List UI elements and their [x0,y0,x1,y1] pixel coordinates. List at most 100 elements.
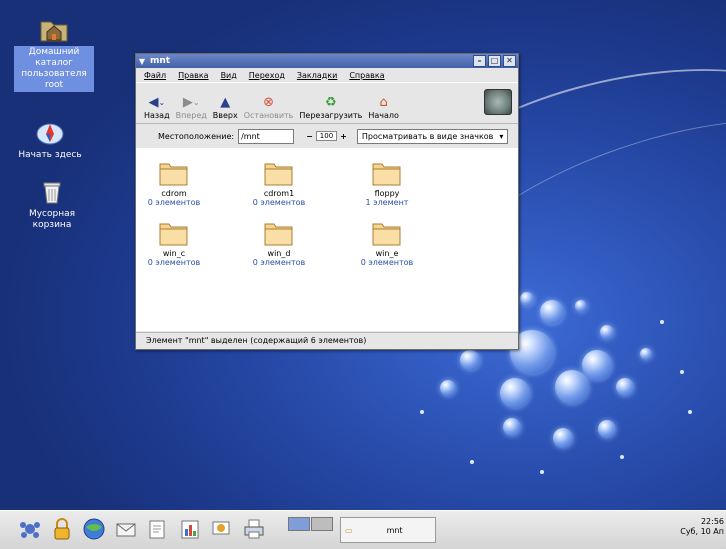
bottom-panel: ▭ mnt 22:56 Суб, 10 Ап [0,510,726,549]
desktop-icon-trash[interactable]: Мусорная корзина [12,175,92,231]
file-view: cdrom 0 элементов cdrom1 0 элементов flo… [136,148,518,331]
folder-icon: ▭ [345,525,353,535]
view-mode-value: Просматривать в виде значков [361,131,494,141]
desktop-icon-home[interactable]: Домашний каталог пользователя root [14,12,94,92]
wallpaper-dot [470,460,474,464]
location-input[interactable]: /mnt [238,128,295,144]
spreadsheet-icon[interactable] [178,517,202,541]
printer-icon[interactable] [242,517,266,541]
location-bar: Местоположение: /mnt − 100 + Просматрива… [136,124,518,149]
wallpaper-bubble [582,350,612,380]
folder-name: cdrom1 [263,189,295,198]
folder-item[interactable]: floppy 1 элемент [347,160,427,207]
forward-label: Вперед [175,111,207,120]
folder-icon [159,220,189,246]
minimize-icon[interactable]: – [473,55,486,67]
desktop-icon-label: Мусорная корзина [28,209,76,230]
mail-icon[interactable] [114,517,138,541]
folder-item[interactable]: win_d 0 элементов [239,220,319,267]
folder-icon [264,220,294,246]
wallpaper-bubble [616,378,634,396]
taskbar-button-mnt[interactable]: ▭ mnt [340,517,436,543]
reload-button[interactable]: ♻ Перезагрузить [299,93,362,123]
reload-icon: ♻ [325,94,337,110]
zoom-level[interactable]: 100 [315,131,338,141]
wallpaper-dot [620,455,624,459]
view-mode-select[interactable]: Просматривать в виде значков ▾ [356,128,509,144]
menu-bar: Файл Правка Вид Переход Закладки Справка [136,68,518,82]
trash-icon [36,175,68,207]
home-button[interactable]: ⌂ Начало [368,93,399,123]
status-bar: Элемент "mnt" выделен (содержащий 6 элем… [136,332,518,349]
folder-count: 0 элементов [360,258,414,267]
stop-icon: ⊗ [263,94,274,110]
folder-icon [264,160,294,186]
browser-icon[interactable] [82,517,106,541]
clock[interactable]: 22:56 Суб, 10 Ап [680,517,724,537]
folder-count: 1 элемент [365,198,409,207]
folder-item[interactable]: cdrom1 0 элементов [239,160,319,207]
clock-date: Суб, 10 Ап [680,527,724,536]
presentation-icon[interactable] [210,517,234,541]
wallpaper-bubble [500,378,530,408]
window-menu-icon[interactable]: ▼ [136,57,148,66]
wallpaper-dot [540,470,544,474]
stop-label: Остановить [243,111,294,120]
maximize-icon[interactable]: □ [488,55,501,67]
desktop: Домашний каталог пользователя root Начат… [0,0,726,510]
zoom-in-button[interactable]: + [340,132,347,141]
up-button[interactable]: ▲ Вверх [213,93,238,123]
reload-label: Перезагрузить [299,111,363,120]
forward-button[interactable]: ▶ ⌄ Вперед [176,93,207,123]
menu-file[interactable]: Файл [144,71,166,80]
file-manager-window: ▼ mnt – □ ✕ Файл Правка Вид Переход Закл… [135,53,519,350]
chevron-down-icon: ▾ [499,131,504,141]
wallpaper-bubble [575,300,587,312]
workspace-2[interactable] [311,517,333,531]
wallpaper-dot [420,410,424,414]
folder-count: 0 элементов [147,198,201,207]
zoom-out-button[interactable]: − [306,132,313,141]
main-menu-icon[interactable] [18,517,42,541]
wallpaper-bubble [540,300,564,324]
folder-icon [372,160,402,186]
close-icon[interactable]: ✕ [503,55,516,67]
wallpaper-bubble [553,428,573,448]
menu-help[interactable]: Справка [349,71,384,80]
zoom-control: − 100 + [306,131,347,141]
lock-icon[interactable] [50,517,74,541]
folder-item[interactable]: win_e 0 элементов [347,220,427,267]
menu-go[interactable]: Переход [249,71,285,80]
folder-count: 0 элементов [252,258,306,267]
folder-name: win_c [162,249,186,258]
wallpaper-bubble [640,348,652,360]
up-label: Вверх [212,111,238,120]
window-titlebar[interactable]: ▼ mnt – □ ✕ [136,54,518,68]
forward-arrow-icon: ▶ ⌄ [182,94,200,110]
writer-icon[interactable] [146,517,170,541]
wallpaper-dot [688,410,692,414]
wallpaper-dot [660,320,664,324]
folder-item[interactable]: cdrom 0 элементов [134,160,214,207]
menu-bookmarks[interactable]: Закладки [297,71,337,80]
folder-item[interactable]: win_c 0 элементов [134,220,214,267]
wallpaper-bubble [520,292,534,306]
folder-icon [372,220,402,246]
home-icon: ⌂ [379,94,388,110]
task-label: mnt [386,525,403,535]
stop-button[interactable]: ⊗ Остановить [244,93,294,123]
back-button[interactable]: ◀ ⌄ Назад [144,93,170,123]
workspace-switcher [288,517,333,531]
desktop-icon-start-here[interactable]: Начать здесь [10,116,90,161]
back-arrow-icon: ◀ ⌄ [148,94,166,110]
clock-time: 22:56 [700,517,724,526]
up-arrow-icon: ▲ [220,94,231,110]
window-title: mnt [150,56,171,66]
folder-icon [159,160,189,186]
workspace-1[interactable] [288,517,310,531]
menu-view[interactable]: Вид [221,71,237,80]
folder-name: cdrom [161,189,187,198]
desktop-icon-label: Домашний каталог пользователя root [14,46,94,92]
menu-edit[interactable]: Правка [178,71,208,80]
folder-count: 0 элементов [147,258,201,267]
